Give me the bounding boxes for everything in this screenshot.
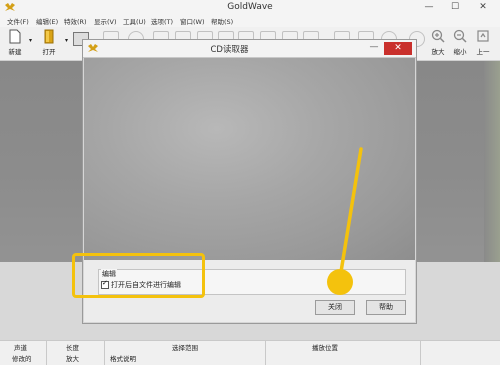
dialog-title: CD读取器 [210,45,249,55]
app-title-bar: GoldWave — ☐ ✕ [0,0,500,16]
open-dropdown-arrow-icon[interactable]: ▾ [65,37,68,44]
zoom-out-icon [453,29,467,43]
menu-effects[interactable]: 特效(R) [64,16,87,26]
zoom-in-label: 放大 [431,48,445,56]
close-button[interactable]: ✕ [472,0,494,15]
status-divider [46,341,47,365]
zoom-in-icon [431,29,445,43]
maximize-button[interactable]: ☐ [444,0,466,15]
dialog-content-area [84,58,415,260]
status-divider [420,341,421,365]
status-divider [104,341,105,365]
previous-label: 上一 [476,48,490,56]
help-button[interactable]: 帮助 [366,300,406,315]
status-format: 格式说明 [110,355,136,363]
open-button[interactable]: 打开 [39,29,59,59]
menu-options[interactable]: 选项(T) [151,16,173,26]
previous-icon [477,30,489,42]
open-label: 打开 [42,48,56,56]
zoom-out-button[interactable]: 缩小 [450,29,470,59]
status-selection-label: 选择范围 [172,344,198,352]
status-divider [265,341,266,365]
open-file-icon [44,29,54,44]
new-label: 新建 [8,48,22,56]
zoom-in-button[interactable]: 放大 [428,29,448,59]
close-dialog-button[interactable]: 关闭 [315,300,355,315]
menu-bar: 文件(F) 编辑(E) 特效(R) 显示(V) 工具(U) 选项(T) 窗口(W… [0,15,500,27]
status-bar: 声道 长度 选择范围 播放位置 修改的 放大 格式说明 [0,340,500,365]
new-button[interactable]: 新建 [5,29,25,59]
status-length-label: 长度 [66,344,79,352]
annotation-pointer-dot [327,269,353,295]
status-modified: 修改的 [12,355,32,363]
dialog-minimize-button[interactable]: — [366,42,382,54]
minimize-button[interactable]: — [418,0,440,15]
menu-tools[interactable]: 工具(U) [123,16,146,26]
new-dropdown-arrow-icon[interactable]: ▾ [29,37,32,44]
new-file-icon [9,29,21,44]
highlight-box [72,253,205,298]
zoom-out-label: 缩小 [453,48,467,56]
dialog-title-bar: CD读取器 — ✕ [83,40,416,58]
menu-edit[interactable]: 编辑(E) [36,16,58,26]
previous-button[interactable]: 上一 [473,29,493,59]
menu-window[interactable]: 窗口(W) [180,16,205,26]
menu-help[interactable]: 帮助(S) [211,16,233,26]
menu-view[interactable]: 显示(V) [94,16,117,26]
status-channel-label: 声道 [14,344,27,352]
dialog-close-button[interactable]: ✕ [384,42,412,55]
status-zoom: 放大 [66,355,79,363]
status-playback-label: 播放位置 [312,344,338,352]
menu-file[interactable]: 文件(F) [7,16,29,26]
